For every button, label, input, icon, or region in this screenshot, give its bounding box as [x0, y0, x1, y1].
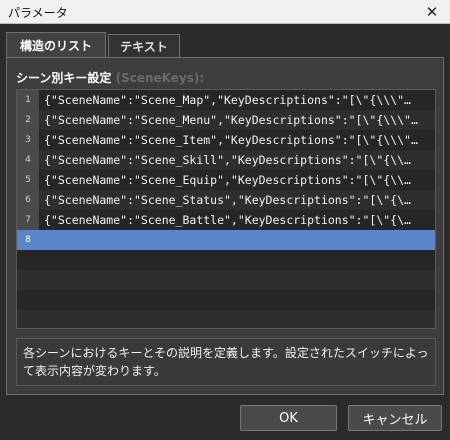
empty-row[interactable]: [17, 250, 435, 270]
line-number: 5: [17, 170, 39, 190]
window-title: パラメータ: [8, 6, 68, 20]
line-number: 2: [17, 110, 39, 130]
description-box: 各シーンにおけるキーとその説明を定義します。設定されたスイッチによって表示内容が…: [16, 338, 436, 386]
line-number: 1: [17, 90, 39, 110]
line-number: 3: [17, 130, 39, 150]
line-number: 6: [17, 190, 39, 210]
section-label-text: シーン別キー設定: [16, 71, 112, 85]
tab-text[interactable]: テキスト: [108, 34, 180, 58]
line-number: 7: [17, 210, 39, 230]
line-text: [44, 230, 433, 250]
list-row[interactable]: 2 {"SceneName":"Scene_Menu","KeyDescript…: [17, 110, 435, 130]
line-text: {"SceneName":"Scene_Map","KeyDescription…: [44, 93, 411, 107]
empty-row[interactable]: [17, 290, 435, 310]
section-label: シーン別キー設定 (SceneKeys):: [16, 69, 204, 86]
line-text: {"SceneName":"Scene_Skill","KeyDescripti…: [44, 153, 411, 167]
list-row[interactable]: 1 {"SceneName":"Scene_Map","KeyDescripti…: [17, 90, 435, 110]
tab-structure-list[interactable]: 構造のリスト: [6, 32, 106, 58]
list-row[interactable]: 3 {"SceneName":"Scene_Item","KeyDescript…: [17, 130, 435, 150]
list-row-selected[interactable]: 8: [17, 230, 435, 250]
empty-row[interactable]: [17, 310, 435, 328]
line-text: {"SceneName":"Scene_Menu","KeyDescriptio…: [44, 113, 418, 127]
list-row[interactable]: 5 {"SceneName":"Scene_Equip","KeyDescrip…: [17, 170, 435, 190]
list-row[interactable]: 4 {"SceneName":"Scene_Skill","KeyDescrip…: [17, 150, 435, 170]
title-bar: パラメータ ✕: [0, 0, 450, 24]
parameter-panel: シーン別キー設定 (SceneKeys): 1 {"SceneName":"Sc…: [6, 57, 444, 395]
structure-list-editor[interactable]: 1 {"SceneName":"Scene_Map","KeyDescripti…: [16, 89, 436, 329]
ok-button[interactable]: OK: [240, 405, 337, 431]
cancel-button[interactable]: キャンセル: [348, 405, 442, 431]
editor-rows: 1 {"SceneName":"Scene_Map","KeyDescripti…: [17, 90, 435, 328]
line-text: {"SceneName":"Scene_Battle","KeyDescript…: [44, 213, 411, 227]
line-number: 8: [17, 230, 39, 250]
line-text: {"SceneName":"Scene_Status","KeyDescript…: [44, 193, 411, 207]
list-row[interactable]: 7 {"SceneName":"Scene_Battle","KeyDescri…: [17, 210, 435, 230]
line-text: {"SceneName":"Scene_Equip","KeyDescripti…: [44, 173, 411, 187]
line-text: {"SceneName":"Scene_Item","KeyDescriptio…: [44, 133, 418, 147]
close-icon[interactable]: ✕: [414, 0, 450, 24]
section-label-key: (SceneKeys):: [115, 71, 205, 85]
line-number: 4: [17, 150, 39, 170]
empty-row[interactable]: [17, 270, 435, 290]
list-row[interactable]: 6 {"SceneName":"Scene_Status","KeyDescri…: [17, 190, 435, 210]
